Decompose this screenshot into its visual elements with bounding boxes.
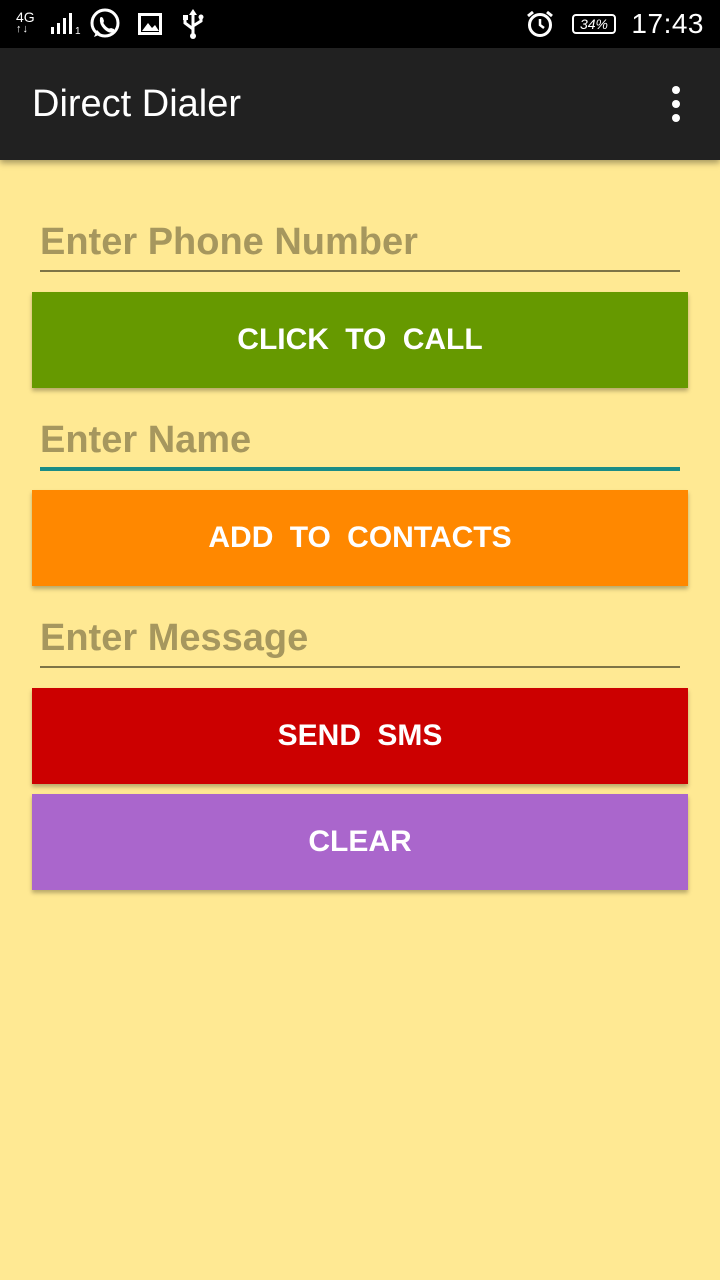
phone-number-field-container — [40, 212, 680, 272]
whatsapp-icon — [88, 0, 122, 48]
clear-button[interactable]: CLEAR — [32, 794, 688, 890]
name-input[interactable] — [40, 410, 680, 470]
app-bar: Direct Dialer — [0, 48, 720, 160]
menu-dot — [672, 100, 680, 108]
status-bar: 4G ↑↓ 1 34% 17:43 — [0, 0, 720, 48]
signal-strength-icon — [50, 0, 74, 48]
click-to-call-label: CLICK TO CALL — [237, 323, 483, 356]
add-to-contacts-button[interactable]: ADD TO CONTACTS — [32, 490, 688, 586]
overflow-menu-icon[interactable] — [660, 86, 692, 122]
clear-label: CLEAR — [308, 825, 412, 858]
battery-icon: 34% — [572, 14, 616, 34]
phone-number-underline — [40, 270, 680, 272]
menu-dot — [672, 86, 680, 94]
alarm-icon — [526, 0, 554, 48]
name-underline — [40, 467, 680, 471]
network-type-indicator: 4G ↑↓ — [16, 10, 35, 35]
message-field-container — [40, 608, 680, 668]
battery-percent: 34% — [579, 16, 609, 32]
send-sms-label: SEND SMS — [277, 719, 443, 752]
name-field-container — [40, 410, 680, 471]
message-input[interactable] — [40, 608, 680, 668]
send-sms-button[interactable]: SEND SMS — [32, 688, 688, 784]
usb-icon — [180, 0, 206, 48]
sim-slot-label: 1 — [75, 26, 81, 37]
network-type-label: 4G — [16, 9, 35, 25]
app-title: Direct Dialer — [32, 82, 242, 125]
add-to-contacts-label: ADD TO CONTACTS — [208, 521, 512, 554]
click-to-call-button[interactable]: CLICK TO CALL — [32, 292, 688, 388]
clock: 17:43 — [631, 8, 704, 39]
battery-indicator: 34% — [572, 0, 616, 48]
message-underline — [40, 666, 680, 668]
main-content: CLICK TO CALL ADD TO CONTACTS SEND SMS C… — [0, 160, 720, 1280]
menu-dot — [672, 114, 680, 122]
phone-number-input[interactable] — [40, 212, 680, 272]
gallery-icon — [138, 0, 162, 48]
data-activity-icon: ↑↓ — [16, 23, 29, 35]
